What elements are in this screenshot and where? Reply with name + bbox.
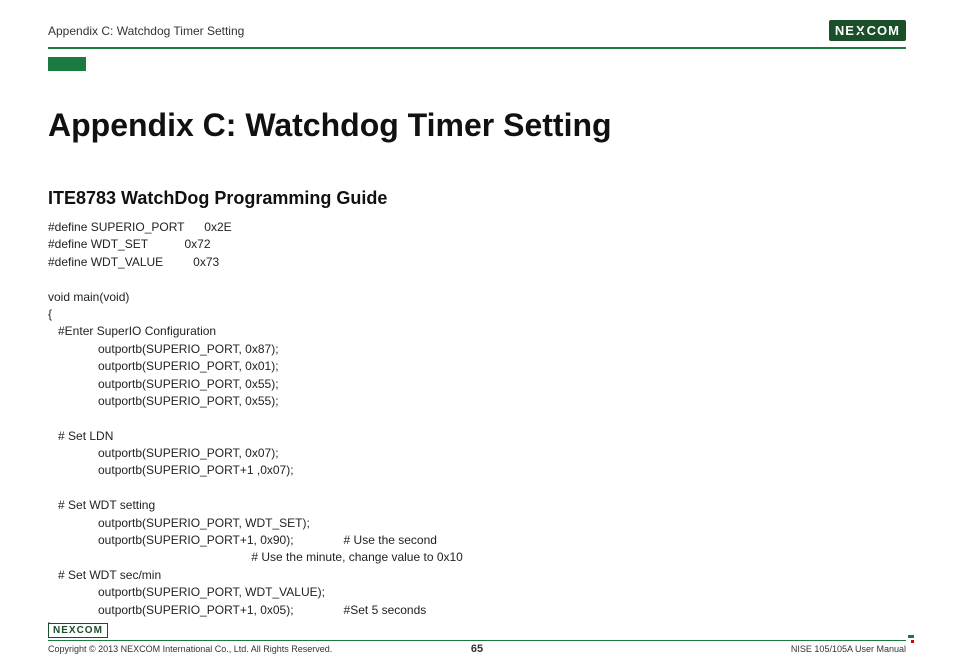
page-header: Appendix C: Watchdog Timer Setting NEXCO… — [48, 20, 906, 49]
page-title: Appendix C: Watchdog Timer Setting — [48, 107, 906, 144]
nexcom-logo-box: NEXCOM — [829, 20, 906, 41]
copyright-text: Copyright © 2013 NEXCOM International Co… — [48, 644, 332, 654]
footer-corner-mark-icon — [906, 635, 914, 643]
logo-part-x: X — [856, 23, 866, 38]
page-footer: NEXCOM Copyright © 2013 NEXCOM Internati… — [48, 620, 906, 654]
footer-logo-left: NE — [53, 625, 69, 636]
section-subtitle: ITE8783 WatchDog Programming Guide — [48, 188, 906, 209]
manual-reference: NISE 105/105A User Manual — [791, 644, 906, 654]
footer-logo-row: NEXCOM — [48, 620, 906, 638]
logo-part-right: COM — [867, 23, 900, 38]
footer-nexcom-logo: NEXCOM — [48, 623, 108, 638]
code-listing: #define SUPERIO_PORT 0x2E #define WDT_SE… — [48, 219, 906, 636]
page-number: 65 — [471, 643, 483, 655]
logo-part-left: NE — [835, 23, 855, 38]
footer-logo-x: X — [69, 625, 77, 636]
accent-block — [48, 57, 86, 71]
nexcom-logo: NEXCOM — [829, 20, 906, 41]
footer-logo-right: COM — [77, 625, 103, 636]
footer-line: Copyright © 2013 NEXCOM International Co… — [48, 640, 906, 654]
breadcrumb: Appendix C: Watchdog Timer Setting — [48, 24, 244, 38]
